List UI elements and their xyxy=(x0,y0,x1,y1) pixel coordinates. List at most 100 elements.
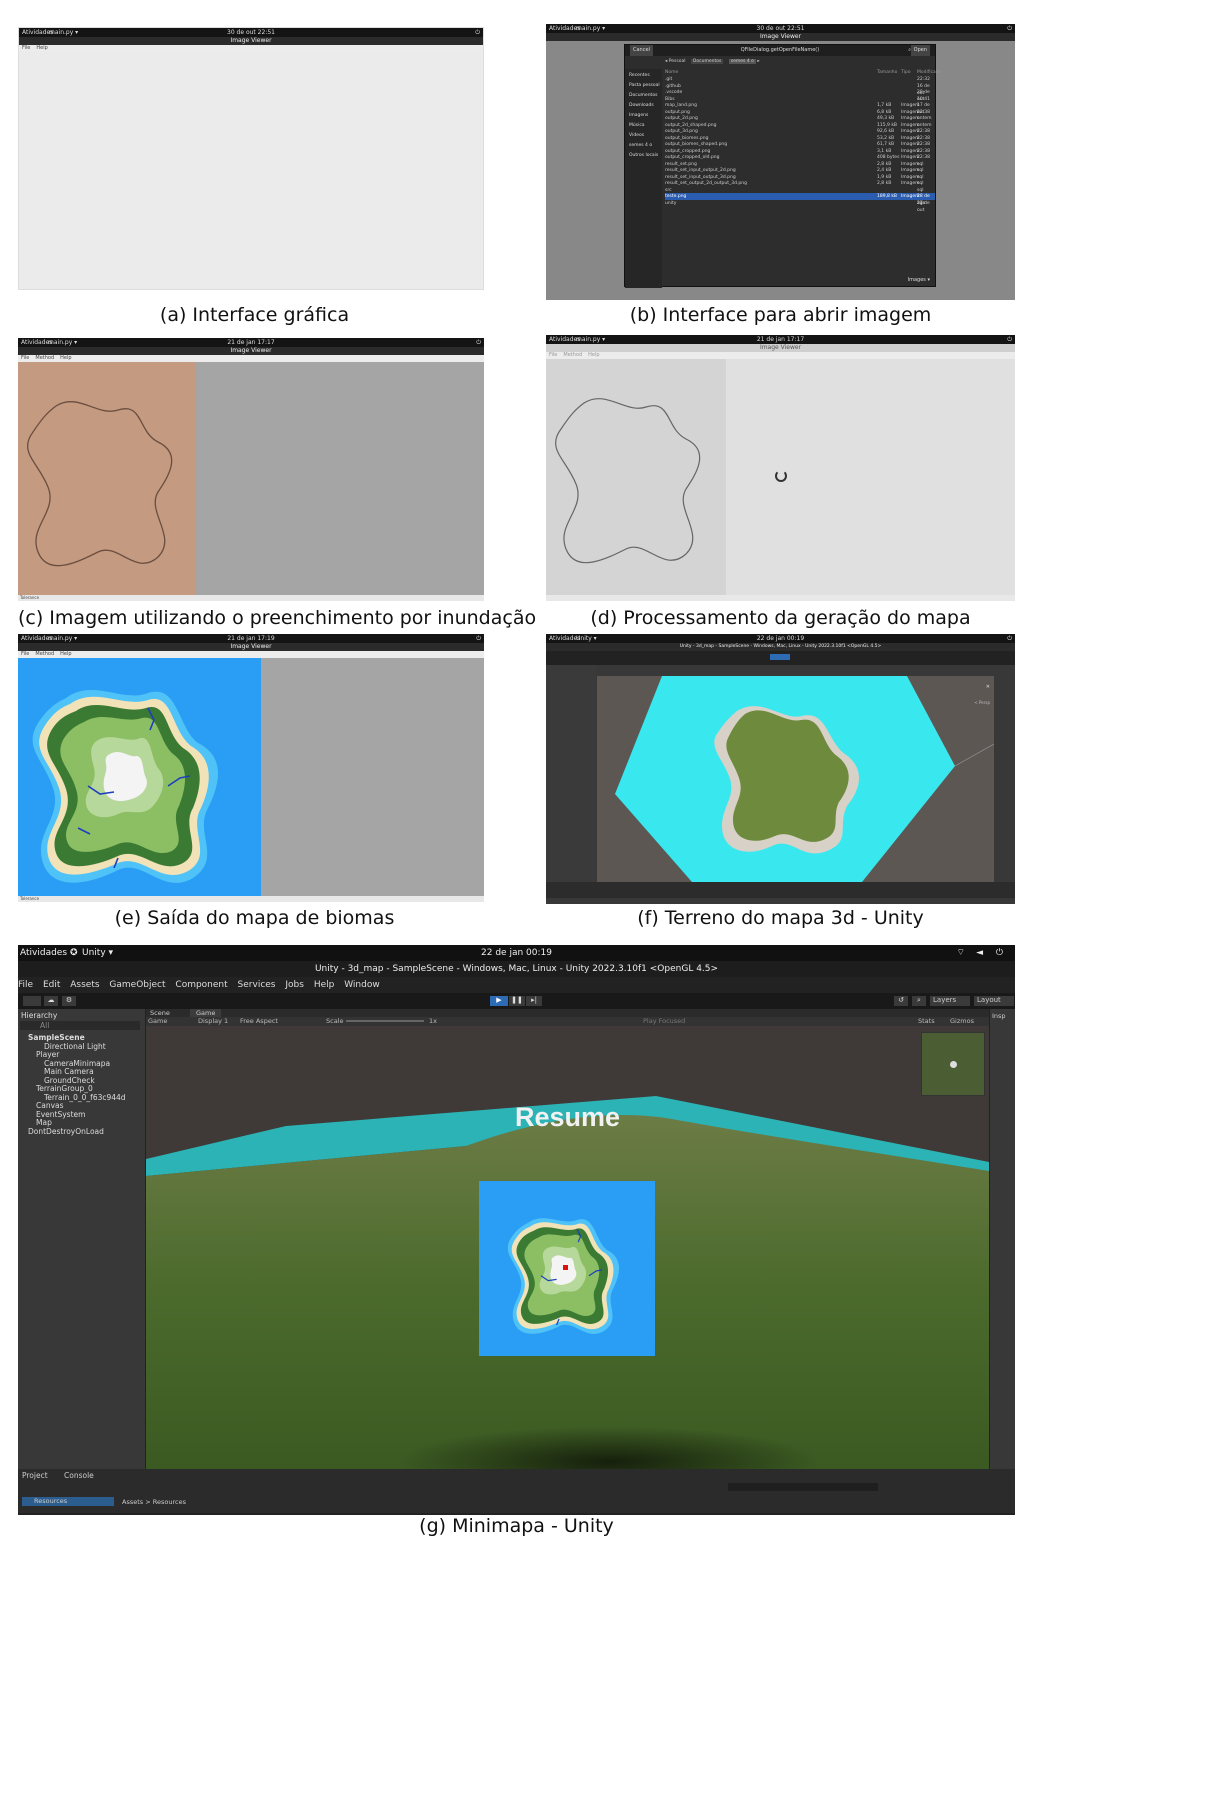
power-icon[interactable]: ⏻ xyxy=(476,634,481,643)
crumb-assets[interactable]: Assets xyxy=(122,1498,143,1506)
menu-edit[interactable]: Edit xyxy=(43,980,60,990)
path-forward-icon[interactable]: ▸ xyxy=(757,59,759,64)
power-icon[interactable]: ⏻ xyxy=(476,338,481,347)
crumb-resources[interactable]: Resources xyxy=(153,1498,186,1506)
col-name[interactable]: Nome xyxy=(665,69,678,76)
menu-help[interactable]: Help xyxy=(314,980,335,990)
menu-help[interactable]: Help xyxy=(60,651,71,657)
menu-method[interactable]: Method xyxy=(563,352,582,358)
hierarchy-tab[interactable]: Hierarchy xyxy=(21,1011,57,1020)
sidebar-item[interactable]: Pasta pessoal xyxy=(629,83,660,88)
menu-component[interactable]: Component xyxy=(175,980,227,990)
persp-label[interactable]: < Persp xyxy=(974,700,990,705)
path-documents[interactable]: Documentos xyxy=(690,59,724,64)
window-title: Image Viewer xyxy=(18,347,484,355)
play-button[interactable]: ▶ xyxy=(490,996,508,1006)
clock[interactable]: 30 de out 22:51 xyxy=(19,28,483,37)
menu-help[interactable]: Help xyxy=(588,352,599,358)
clock[interactable]: 22 de jan 00:19 xyxy=(18,945,1015,961)
tolerance-label: Tolerance xyxy=(20,595,40,600)
tab-project[interactable]: Project xyxy=(22,1471,48,1480)
clock[interactable]: 21 de jan 17:19 xyxy=(18,634,484,643)
clock[interactable]: 30 de out 22:51 xyxy=(546,24,1015,33)
menu-services[interactable]: Services xyxy=(238,980,276,990)
menu-help[interactable]: Help xyxy=(60,355,71,361)
window-title: Image Viewer xyxy=(546,344,1015,352)
menu-assets[interactable]: Assets xyxy=(70,980,99,990)
scene-gizmo[interactable]: ✕ xyxy=(986,684,990,690)
breadcrumb: Assets > Resources xyxy=(122,1498,186,1506)
sidebar-item[interactable]: Recentes xyxy=(629,73,650,78)
sidebar-item[interactable]: semes 4 o xyxy=(629,143,652,148)
sidebar-item[interactable]: Vídeos xyxy=(629,133,644,138)
cloud-icon[interactable]: ☁ xyxy=(44,996,58,1006)
tab-console[interactable]: Console xyxy=(64,1471,94,1480)
dialog-title: QFileDialog.getOpenFileName() xyxy=(740,47,820,53)
sidebar-item[interactable]: Outros locais xyxy=(629,153,658,158)
step-button[interactable]: ▸| xyxy=(526,996,542,1006)
file-dialog: Cancel QFileDialog.getOpenFileName() ⌕ O… xyxy=(624,44,941,288)
play-controls[interactable] xyxy=(770,654,790,660)
resume-button[interactable]: Resume xyxy=(146,1102,989,1133)
menu-file[interactable]: File xyxy=(18,980,33,990)
game-render: Resume xyxy=(146,1026,989,1469)
menu-file[interactable]: File xyxy=(21,355,29,361)
col-type[interactable]: Tipo xyxy=(901,69,910,76)
filter-dropdown[interactable]: Images ▾ xyxy=(908,277,930,283)
menu-window[interactable]: Window xyxy=(344,980,380,990)
sidebar-item[interactable]: Documentos xyxy=(629,93,657,98)
bottom-panel xyxy=(546,882,1015,898)
menu-file[interactable]: File xyxy=(22,45,30,51)
minimap-camera-preview xyxy=(921,1032,985,1096)
clock[interactable]: 21 de jan 17:17 xyxy=(546,335,1015,344)
menu-jobs[interactable]: Jobs xyxy=(285,980,304,990)
search-icon[interactable]: ⌕ xyxy=(912,996,926,1006)
play-focused-dropdown[interactable]: Play Focused xyxy=(643,1017,685,1026)
pause-button[interactable]: ❚❚ xyxy=(509,996,525,1006)
account-button[interactable] xyxy=(23,996,41,1006)
path-home[interactable]: Pessoal xyxy=(669,59,686,64)
network-icon[interactable]: ⌔ xyxy=(957,945,965,961)
display-dropdown[interactable]: Display 1 xyxy=(198,1017,228,1026)
power-icon[interactable]: ⏻ xyxy=(1007,335,1012,344)
aspect-dropdown[interactable]: Free Aspect xyxy=(240,1017,278,1026)
power-icon[interactable]: ⏻ xyxy=(1007,634,1012,643)
hierarchy-item[interactable]: DontDestroyOnLoad xyxy=(28,1127,104,1136)
scene-view: ✕ < Persp xyxy=(597,676,995,882)
clock[interactable]: 21 de jan 17:17 xyxy=(18,338,484,347)
power-icon[interactable]: ⏻ xyxy=(475,28,480,37)
tab-scene[interactable]: Scene xyxy=(150,1009,170,1017)
paper-photo xyxy=(18,362,196,595)
col-modified[interactable]: Modificado xyxy=(917,69,941,76)
menu-method[interactable]: Method xyxy=(35,651,54,657)
open-button[interactable]: Open xyxy=(910,45,930,56)
scale-slider[interactable] xyxy=(346,1020,424,1022)
menu-help[interactable]: Help xyxy=(36,45,47,51)
layout-dropdown[interactable]: Layout xyxy=(974,996,1014,1006)
stats-button[interactable]: Stats xyxy=(918,1017,935,1026)
layers-dropdown[interactable]: Layers xyxy=(930,996,970,1006)
power-icon[interactable]: ⏻ xyxy=(1007,24,1012,33)
sidebar-item[interactable]: Downloads xyxy=(629,103,654,108)
collab-icon[interactable]: ⚙ xyxy=(62,996,76,1006)
file-row[interactable]: unity 27 de out xyxy=(665,200,935,213)
game-mode-dropdown[interactable]: Game xyxy=(148,1017,167,1026)
sidebar-item[interactable]: Imagens xyxy=(629,113,648,118)
tab-game[interactable]: Game xyxy=(190,1009,222,1017)
col-size[interactable]: Tamanho xyxy=(877,69,897,76)
power-icon[interactable]: ⏻ xyxy=(996,945,1003,961)
menu-method[interactable]: Method xyxy=(35,355,54,361)
folder-resources[interactable]: Resources xyxy=(22,1497,114,1506)
path-current[interactable]: semes 4 o xyxy=(728,59,756,64)
hierarchy-search[interactable]: All xyxy=(20,1021,140,1030)
menu-file[interactable]: File xyxy=(549,352,557,358)
project-search[interactable] xyxy=(728,1483,878,1491)
clock[interactable]: 22 de jan 00:19 xyxy=(546,634,1015,643)
sidebar-item[interactable]: Música xyxy=(629,123,645,128)
gizmos-dropdown[interactable]: Gizmos xyxy=(950,1017,974,1026)
history-icon[interactable]: ↺ xyxy=(894,996,908,1006)
menu-gameobject[interactable]: GameObject xyxy=(109,980,165,990)
menu-file[interactable]: File xyxy=(21,651,29,657)
volume-icon[interactable]: ◄ xyxy=(976,945,983,961)
inspector-tab[interactable]: Insp xyxy=(992,1012,1006,1020)
